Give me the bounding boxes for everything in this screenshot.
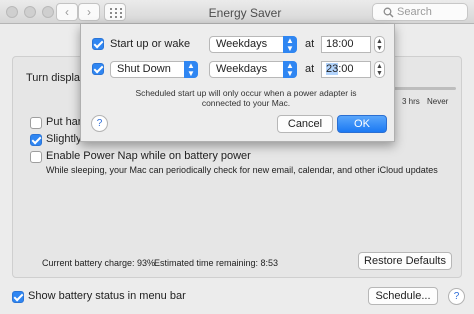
power-nap-checkbox[interactable] [30,151,42,163]
energy-saver-window: ‹ › Energy Saver Turn display 3 hrs Neve… [0,0,474,314]
startup-wake-label: Start up or wake [110,38,191,50]
power-nap-description: While sleeping, your Mac can periodicall… [46,165,438,175]
slider-label-never: Never [427,97,449,106]
shutdown-action-value: Shut Down [117,63,171,75]
shutdown-time-field[interactable]: 23:00 [321,61,371,78]
startup-days-popup[interactable]: Weekdays ▲ ▼ [209,36,297,53]
shutdown-time-stepper[interactable]: ▲ ▼ [374,61,385,78]
shutdown-days-popup[interactable]: Weekdays ▲ ▼ [209,61,297,78]
at-label: at [305,38,315,50]
window-title: Energy Saver [208,6,282,20]
startup-time-stepper[interactable]: ▲ ▼ [374,36,385,53]
forward-button[interactable]: › [78,3,100,21]
slightly-dim-checkbox[interactable] [30,134,42,146]
back-button[interactable]: ‹ [56,3,78,21]
chevron-left-icon: ‹ [65,5,69,19]
popup-arrows-icon: ▲ ▼ [283,61,297,78]
schedule-note: Scheduled start up will only occur when … [135,88,357,108]
shutdown-action-popup[interactable]: Shut Down ▲ ▼ [110,61,198,78]
power-nap-label: Enable Power Nap while on battery power [46,150,251,162]
cancel-button[interactable]: Cancel [277,115,333,133]
startup-time-field[interactable]: 18:00 [321,36,371,53]
show-all-button[interactable] [104,3,126,21]
put-hard-disks-checkbox[interactable] [30,117,42,129]
popup-arrows-icon: ▲ ▼ [184,61,198,78]
shutdown-time-minutes: :00 [338,63,354,75]
schedule-dialog: Start up or wake Weekdays ▲ ▼ at 18:00 ▲ ▼… [80,24,395,142]
shutdown-time-hours: 23 [326,63,339,75]
show-battery-label: Show battery status in menu bar [28,290,186,302]
turn-display-label: Turn display [26,72,86,84]
search-icon [383,7,394,18]
chevron-right-icon: › [87,5,91,19]
show-battery-checkbox[interactable] [12,291,24,303]
search-input[interactable] [397,5,463,19]
grid-icon [110,8,122,18]
zoom-window-button[interactable] [42,6,54,18]
shutdown-days-value: Weekdays [216,63,268,75]
minimize-window-button[interactable] [24,6,36,18]
help-button[interactable]: ? [448,288,465,305]
at-label: at [305,63,315,75]
dialog-help-button[interactable]: ? [91,115,108,132]
shutdown-checkbox[interactable] [92,63,104,75]
startup-wake-checkbox[interactable] [92,38,104,50]
close-window-button[interactable] [6,6,18,18]
popup-arrows-icon: ▲ ▼ [283,36,297,53]
restore-defaults-button[interactable]: Restore Defaults [358,252,452,270]
schedule-button[interactable]: Schedule... [368,287,438,305]
slightly-dim-label: Slightly [46,133,82,145]
search-field[interactable] [372,3,468,21]
slider-label-3hrs: 3 hrs [402,97,420,106]
startup-days-value: Weekdays [216,38,268,50]
time-remaining-text: Estimated time remaining: 8:53 [154,258,279,268]
ok-button[interactable]: OK [337,115,387,133]
battery-charge-text: Current battery charge: 93% [42,258,156,268]
title-bar: ‹ › Energy Saver [0,0,474,24]
